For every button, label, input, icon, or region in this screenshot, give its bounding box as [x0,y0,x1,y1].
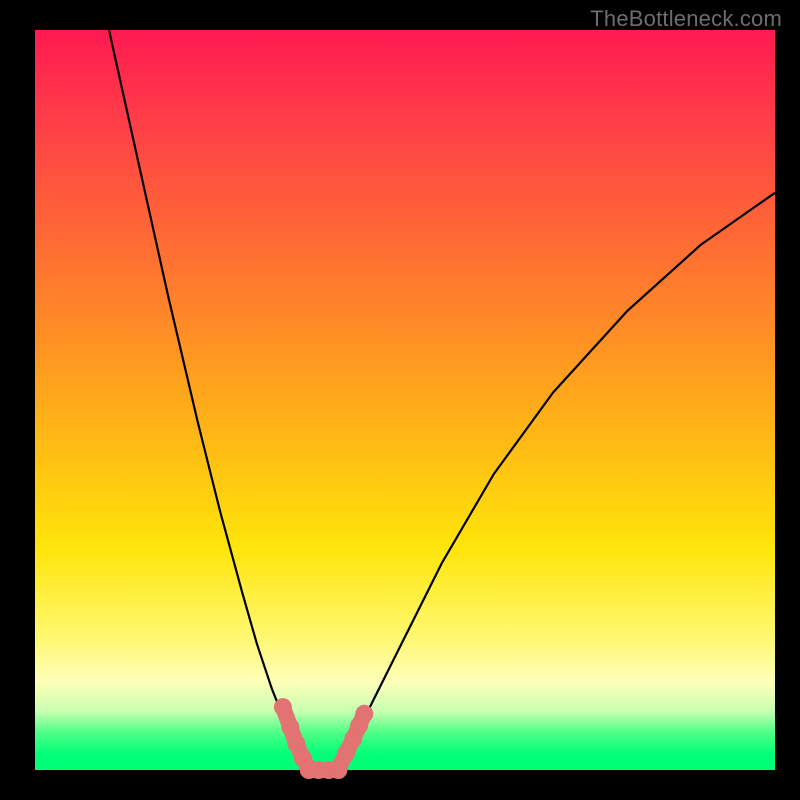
series-left-curve [109,30,309,770]
plot-area [35,30,775,770]
series-right-curve [338,193,775,770]
dot-highlight-right [355,705,373,723]
chart-svg [35,30,775,770]
dot-highlight-left [274,698,292,716]
dot-highlight-left [281,718,299,736]
watermark-text: TheBottleneck.com [590,6,782,32]
chart-frame: TheBottleneck.com [0,0,800,800]
